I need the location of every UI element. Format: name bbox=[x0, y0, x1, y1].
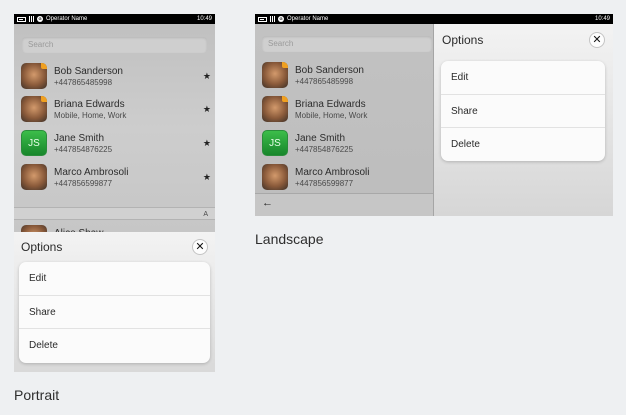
star-icon[interactable]: ★ bbox=[203, 104, 211, 115]
network-icon: G bbox=[278, 16, 284, 22]
options-title: Options bbox=[21, 240, 63, 254]
star-icon[interactable]: ★ bbox=[203, 138, 211, 149]
contact-detail: +447865485998 bbox=[295, 77, 354, 86]
search-input[interactable]: Search bbox=[22, 37, 207, 53]
battery-icon bbox=[17, 16, 26, 22]
share-menu-item[interactable]: Share bbox=[441, 95, 605, 128]
network-icon: G bbox=[37, 16, 43, 22]
clock: 10:49 bbox=[594, 16, 610, 22]
contact-name: Bob Sanderson bbox=[295, 65, 364, 76]
contact-name: Briana Edwards bbox=[54, 99, 125, 110]
edit-menu-item[interactable]: Edit bbox=[19, 262, 210, 296]
options-menu: Edit Share Delete bbox=[19, 262, 210, 363]
avatar: JS bbox=[21, 130, 47, 156]
landscape-device: G Operator Name 10:49 Search Bob Sanders… bbox=[255, 14, 613, 216]
section-header: A bbox=[14, 207, 215, 220]
avatar bbox=[21, 63, 47, 89]
delete-menu-item[interactable]: Delete bbox=[19, 329, 210, 363]
avatar bbox=[21, 96, 47, 122]
contact-row[interactable]: Marco Ambrosoli +447856599877 bbox=[262, 164, 432, 194]
clock: 10:49 bbox=[196, 16, 212, 22]
contact-name: Jane Smith bbox=[54, 133, 105, 144]
contact-name: Marco Ambrosoli bbox=[295, 167, 370, 178]
status-bar: G Operator Name 10:49 bbox=[255, 14, 613, 24]
contact-row[interactable]: JS Jane Smith +447854876225 bbox=[262, 130, 432, 160]
contact-name: Marco Ambrosoli bbox=[54, 167, 129, 178]
battery-icon bbox=[258, 16, 267, 22]
avatar: JS bbox=[262, 130, 288, 156]
star-icon[interactable]: ★ bbox=[203, 172, 211, 183]
contact-detail: Mobile, Home, Work bbox=[295, 111, 368, 120]
contact-row[interactable]: Marco Ambrosoli +447856599877 ★ bbox=[21, 164, 211, 194]
contact-detail: +447856599877 bbox=[54, 179, 113, 188]
share-menu-item[interactable]: Share bbox=[19, 296, 210, 329]
edit-menu-item[interactable]: Edit bbox=[441, 61, 605, 95]
signal-icon bbox=[29, 16, 34, 22]
portrait-device: G Operator Name 10:49 Search Bob Sanders… bbox=[14, 14, 215, 372]
operator-name: Operator Name bbox=[46, 16, 88, 22]
options-panel: Options ✕ Edit Share Delete bbox=[433, 24, 613, 216]
landscape-caption: Landscape bbox=[255, 231, 324, 247]
search-input[interactable]: Search bbox=[262, 36, 432, 52]
portrait-caption: Portrait bbox=[14, 387, 60, 403]
avatar bbox=[262, 164, 288, 190]
options-panel: Options ✕ Edit Share Delete bbox=[14, 232, 215, 372]
contact-name: Bob Sanderson bbox=[54, 66, 123, 77]
contact-row[interactable]: Bob Sanderson +447865485998 bbox=[262, 62, 432, 92]
contact-name: Briana Edwards bbox=[295, 99, 366, 110]
contacts-list: Search Bob Sanderson +447865485998 Brian… bbox=[255, 24, 433, 216]
contact-row[interactable]: Bob Sanderson +447865485998 ★ bbox=[21, 63, 211, 93]
close-button[interactable]: ✕ bbox=[589, 32, 605, 48]
options-menu: Edit Share Delete bbox=[441, 61, 605, 161]
star-icon[interactable]: ★ bbox=[203, 71, 211, 82]
delete-menu-item[interactable]: Delete bbox=[441, 128, 605, 162]
status-bar: G Operator Name 10:49 bbox=[14, 14, 215, 24]
avatar bbox=[262, 96, 288, 122]
contact-name: Jane Smith bbox=[295, 133, 346, 144]
contact-detail: +447856599877 bbox=[295, 179, 354, 188]
close-button[interactable]: ✕ bbox=[192, 239, 208, 255]
signal-icon bbox=[270, 16, 275, 22]
contact-row[interactable]: JS Jane Smith +447854876225 ★ bbox=[21, 130, 211, 160]
contact-detail: +447854876225 bbox=[54, 145, 113, 154]
bottom-toolbar: ← bbox=[255, 193, 433, 216]
back-arrow-icon[interactable]: ← bbox=[262, 197, 273, 209]
contact-detail: Mobile, Home, Work bbox=[54, 111, 127, 120]
contact-row[interactable]: Briana Edwards Mobile, Home, Work bbox=[262, 96, 432, 126]
contact-detail: +447854876225 bbox=[295, 145, 354, 154]
avatar bbox=[262, 62, 288, 88]
avatar bbox=[21, 164, 47, 190]
operator-name: Operator Name bbox=[287, 16, 329, 22]
contact-row[interactable]: Briana Edwards Mobile, Home, Work ★ bbox=[21, 96, 211, 126]
contact-detail: +447865485998 bbox=[54, 78, 113, 87]
options-title: Options bbox=[442, 33, 484, 47]
